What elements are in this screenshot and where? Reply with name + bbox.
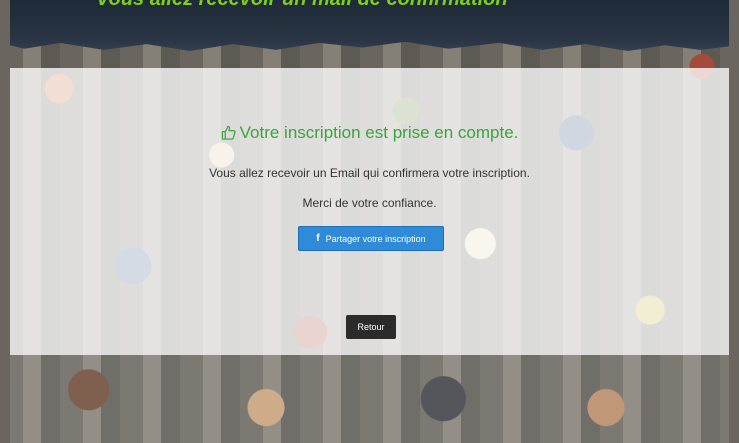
headline-text: Votre inscription est prise en compte. bbox=[239, 123, 519, 142]
share-facebook-button[interactable]: f Partager votre inscription bbox=[298, 226, 444, 251]
confirmation-panel: Votre inscription est prise en compte. V… bbox=[10, 68, 729, 355]
back-button-label: Retour bbox=[357, 322, 385, 332]
confirmation-banner-text: Vous allez recevoir un mail de confirmat… bbox=[96, 0, 508, 11]
thumbs-up-icon bbox=[221, 125, 236, 140]
lower-background-overlay bbox=[10, 355, 729, 443]
back-button[interactable]: Retour bbox=[346, 315, 396, 339]
share-button-label: Partager votre inscription bbox=[325, 233, 426, 244]
confirmation-headline: Votre inscription est prise en compte. bbox=[10, 123, 729, 143]
thanks-message: Merci de votre confiance. bbox=[302, 196, 437, 210]
facebook-icon: f bbox=[316, 233, 320, 244]
confirmation-message: Vous allez recevoir un Email qui confirm… bbox=[209, 166, 530, 180]
